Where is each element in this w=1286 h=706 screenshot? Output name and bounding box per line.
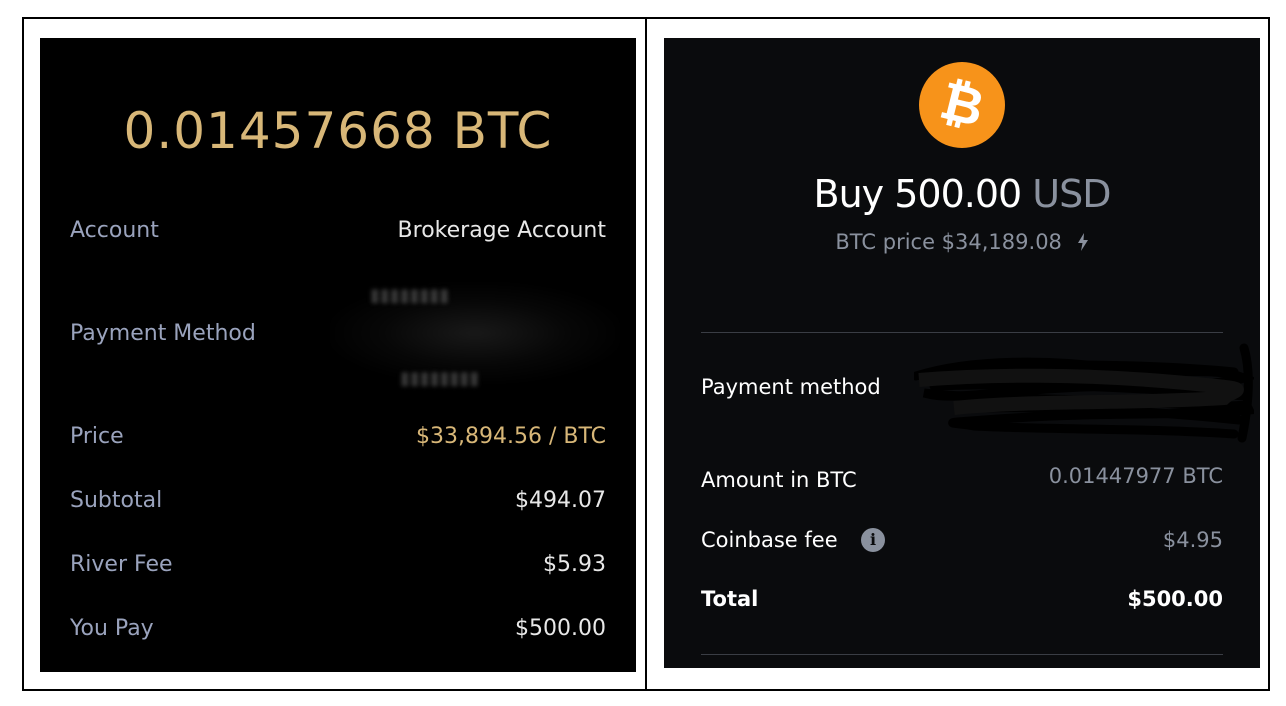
total-value: $500.00	[1127, 587, 1223, 611]
buy-amount-heading: Buy 500.00 USD	[664, 172, 1260, 216]
amount-in-btc-value: 0.01447977 BTC	[1048, 464, 1223, 488]
buy-amount: Buy 500.00	[813, 172, 1023, 216]
coinbase-fee-label: Coinbase fee	[701, 528, 838, 552]
river-fee-value: $5.93	[543, 552, 606, 577]
total-label: Total	[701, 587, 759, 611]
subtotal-value: $494.07	[515, 488, 606, 513]
buy-currency: USD	[1032, 172, 1111, 216]
subtotal-label: Subtotal	[70, 488, 163, 513]
redacted-text-1: ▮▮▮▮▮▮▮▮	[370, 285, 450, 306]
coinbase-fee-row: Coinbase fee i $4.95	[701, 528, 1223, 558]
total-row: Total $500.00	[701, 587, 1223, 617]
redacted-text-2: ▮▮▮▮▮▮▮▮	[400, 368, 480, 389]
account-value: Brokerage Account	[397, 218, 606, 243]
river-fee-row: River Fee $5.93	[70, 552, 606, 582]
price-label: Price	[70, 424, 124, 449]
btc-price: BTC price $34,189.08	[835, 230, 1062, 254]
you-pay-label: You Pay	[70, 616, 154, 641]
info-icon[interactable]: i	[861, 528, 885, 552]
account-label: Account	[70, 218, 159, 243]
payment-method-label: Payment Method	[70, 321, 256, 346]
river-fee-label: River Fee	[70, 552, 173, 577]
redaction-scribble	[914, 343, 1254, 443]
coinbase-fee-value: $4.95	[1162, 528, 1223, 552]
amount-in-btc-label: Amount in BTC	[701, 468, 857, 492]
btc-price-line: BTC price $34,189.08	[664, 230, 1260, 254]
coinbase-order-panel: ₿ Buy 500.00 USD BTC price $34,189.08 Pa…	[664, 38, 1260, 668]
lightning-icon	[1077, 233, 1088, 251]
divider-bottom	[701, 654, 1223, 655]
account-row: Account Brokerage Account	[70, 218, 606, 248]
bitcoin-icon: ₿	[919, 62, 1005, 148]
panel-divider	[645, 17, 647, 691]
payment-method-label: Payment method	[701, 375, 881, 399]
bitcoin-glyph: ₿	[934, 70, 990, 140]
btc-amount: 0.01457668 BTC	[123, 102, 553, 160]
you-pay-value: $500.00	[515, 616, 606, 641]
payment-method-row: Payment Method	[70, 321, 606, 351]
amount-in-btc-row: Amount in BTC 0.01447977 BTC	[701, 464, 1223, 498]
you-pay-row: You Pay $500.00	[70, 616, 606, 646]
divider-top	[701, 332, 1223, 333]
subtotal-row: Subtotal $494.07	[70, 488, 606, 518]
price-row: Price $33,894.56 / BTC	[70, 424, 606, 454]
river-order-panel: 0.01457668 BTC Account Brokerage Account…	[40, 38, 636, 672]
price-value: $33,894.56 / BTC	[416, 424, 606, 449]
